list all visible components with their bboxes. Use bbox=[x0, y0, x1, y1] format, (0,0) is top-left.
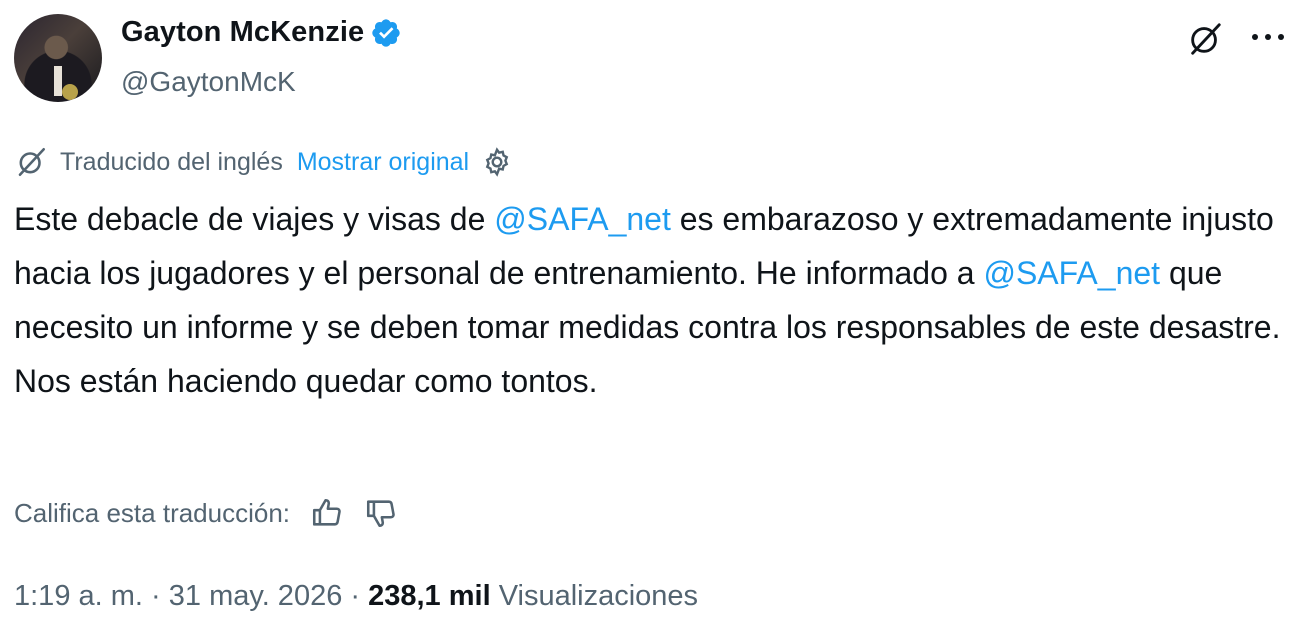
tweet-date[interactable]: 31 may. 2026 bbox=[169, 580, 343, 612]
tweet-text: Este debacle de viajes y visas de @SAFA_… bbox=[14, 192, 1294, 408]
meta-separator: · bbox=[142, 580, 169, 612]
avatar[interactable] bbox=[14, 14, 102, 102]
show-original-link[interactable]: Mostrar original bbox=[297, 148, 469, 177]
author-handle[interactable]: @GaytonMcK bbox=[121, 66, 296, 98]
mention-link[interactable]: @SAFA_net bbox=[983, 255, 1160, 291]
author-display-name[interactable]: Gayton McKenzie bbox=[121, 16, 364, 49]
rate-translation-label: Califica esta traducción: bbox=[14, 497, 291, 528]
views-label: Visualizaciones bbox=[490, 580, 699, 612]
tweet-text-part: Este debacle de viajes y visas de bbox=[14, 201, 495, 237]
views-count: 238,1 mil bbox=[368, 580, 491, 612]
meta-separator: · bbox=[342, 580, 369, 612]
thumbs-down-icon[interactable] bbox=[364, 496, 398, 530]
rate-translation-row: Califica esta traducción: bbox=[14, 496, 398, 530]
verified-badge-icon bbox=[372, 18, 400, 47]
author-name-row: Gayton McKenzie bbox=[121, 16, 402, 49]
tweet-time[interactable]: 1:19 a. m. bbox=[14, 580, 143, 612]
mention-link[interactable]: @SAFA_net bbox=[494, 201, 671, 237]
translate-icon bbox=[18, 147, 46, 177]
gear-icon[interactable] bbox=[481, 146, 513, 178]
tweet-meta: 1:19 a. m. · 31 may. 2026 · 238,1 mil Vi… bbox=[14, 580, 698, 613]
avatar-tie bbox=[54, 66, 62, 96]
translated-from-label: Traducido del inglés bbox=[60, 147, 283, 176]
avatar-badge bbox=[62, 84, 78, 100]
translation-bar: Traducido del inglés Mostrar original bbox=[14, 145, 513, 179]
grok-icon[interactable] bbox=[1186, 20, 1224, 58]
thumbs-up-icon[interactable] bbox=[310, 496, 344, 530]
more-options-icon[interactable] bbox=[1248, 22, 1288, 52]
